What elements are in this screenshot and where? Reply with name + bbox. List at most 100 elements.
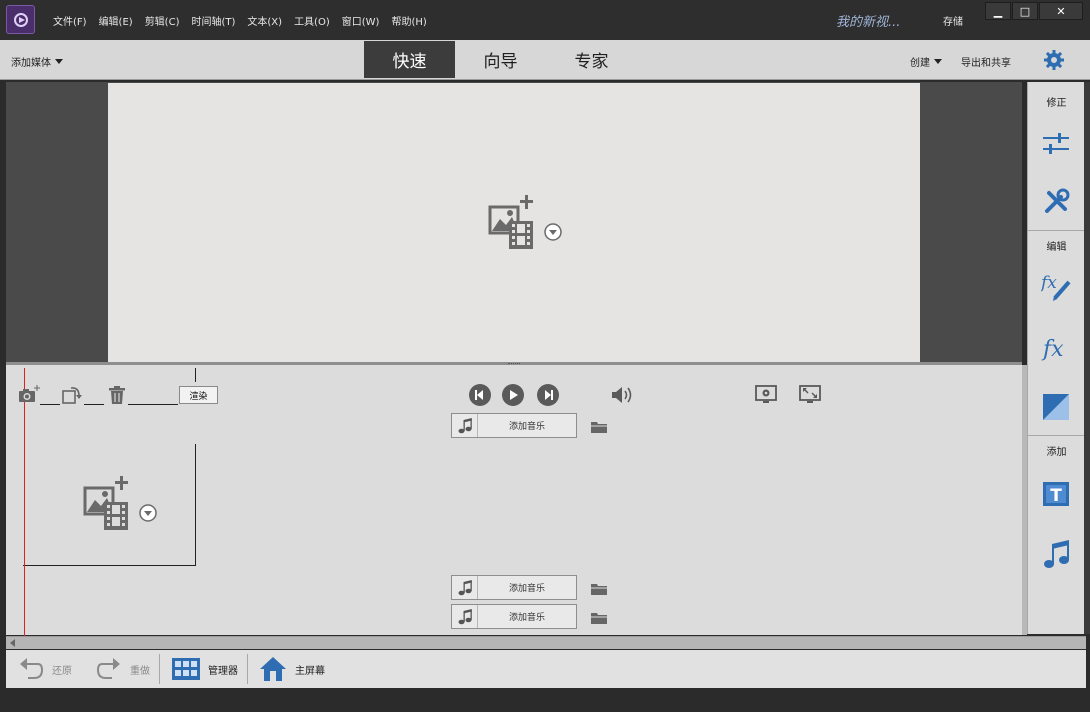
mode-bar: 添加媒体 快速 向导 专家 创建 导出和共享 (0, 40, 1090, 80)
divider (1028, 230, 1085, 231)
divider (159, 654, 160, 684)
gear-icon[interactable] (1043, 49, 1065, 71)
previous-frame-icon[interactable] (469, 384, 491, 406)
grid-icon (172, 658, 200, 680)
transition-icon[interactable] (1041, 392, 1071, 422)
monitor-panel (6, 82, 1022, 363)
add-music-label: 添加音乐 (508, 613, 545, 623)
close-button[interactable]: ✕ (1039, 2, 1083, 20)
maximize-button[interactable]: □ (1012, 2, 1038, 20)
close-icon: ✕ (1056, 4, 1066, 18)
menu-edit[interactable]: 编辑(E) (93, 13, 139, 28)
trash-icon[interactable] (106, 384, 128, 406)
divider (84, 404, 104, 405)
timeline-media-drop-zone[interactable] (23, 444, 196, 566)
organizer-label: 管理器 (208, 665, 238, 677)
music-note-icon (452, 414, 478, 437)
add-media-button[interactable]: 添加媒体 (11, 54, 63, 69)
audio-track-3[interactable]: 添加音乐 (451, 604, 577, 629)
add-music-label: 添加音乐 (508, 422, 545, 432)
menu-window[interactable]: 窗口(W) (336, 13, 386, 28)
project-name[interactable]: 我的新视... (836, 11, 900, 30)
fx-pencil-icon[interactable]: fx (1039, 270, 1071, 301)
text-title-icon[interactable]: T (1041, 479, 1071, 509)
undo-label: 还原 (52, 665, 72, 677)
add-media-icon[interactable] (83, 474, 163, 538)
mode-tabs: 快速 向导 专家 (364, 41, 637, 78)
fit-screen-icon[interactable] (799, 384, 821, 406)
scroll-left-icon[interactable] (10, 639, 15, 647)
premiere-elements-logo-icon[interactable] (6, 5, 35, 34)
section-adjust-label: 修正 (1046, 98, 1067, 109)
sliders-icon[interactable] (1041, 129, 1071, 159)
svg-text:fx: fx (1041, 337, 1064, 362)
title-bar: 文件(F) 编辑(E) 剪辑(C) 时间轴(T) 文本(X) 工具(O) 窗口(… (0, 0, 1090, 40)
menu-timeline[interactable]: 时间轴(T) (185, 13, 241, 28)
folder-icon[interactable] (590, 610, 608, 624)
tab-quick[interactable]: 快速 (364, 41, 455, 78)
music-note-icon (452, 605, 478, 628)
minimize-icon: ▁ (993, 4, 1003, 18)
playhead[interactable] (24, 368, 25, 636)
add-media-icon[interactable] (488, 193, 568, 257)
status-bar (0, 689, 1090, 712)
menu-file[interactable]: 文件(F) (47, 13, 93, 28)
rotate-icon[interactable] (61, 384, 83, 406)
folder-icon[interactable] (590, 419, 608, 433)
folder-icon[interactable] (590, 581, 608, 595)
divider (247, 654, 248, 684)
add-media-label: 添加媒体 (11, 58, 51, 69)
svg-text:fx: fx (1041, 273, 1057, 293)
monitor-canvas[interactable] (108, 83, 920, 362)
minimize-button[interactable]: ▁ (985, 2, 1011, 20)
home-icon (260, 657, 286, 681)
redo-label: 重做 (130, 665, 150, 677)
camera-icon[interactable] (18, 384, 40, 406)
tab-guided[interactable]: 向导 (455, 41, 546, 78)
maximize-icon: □ (1019, 4, 1031, 18)
redo-button[interactable]: 重做 (96, 650, 150, 688)
timeline-horizontal-scrollbar[interactable] (6, 636, 1086, 649)
play-icon[interactable] (502, 384, 524, 406)
menu-bar: 文件(F) 编辑(E) 剪辑(C) 时间轴(T) 文本(X) 工具(O) 窗口(… (47, 13, 433, 28)
divider (128, 404, 178, 405)
right-panel: 修正 编辑 fx fx 添加 T (1027, 82, 1085, 634)
chevron-down-icon (55, 59, 63, 64)
next-frame-icon[interactable] (537, 384, 559, 406)
home-label: 主屏幕 (295, 665, 325, 677)
audio-track-2[interactable]: 添加音乐 (451, 575, 577, 600)
section-edit-label: 编辑 (1046, 242, 1067, 253)
right-edge (1084, 82, 1090, 634)
menu-help[interactable]: 帮助(H) (385, 13, 432, 28)
redo-icon (96, 658, 120, 679)
divider (40, 404, 60, 405)
render-button[interactable]: 渲染 (179, 386, 218, 404)
divider (1028, 435, 1085, 436)
export-share-button[interactable]: 导出和共享 (961, 54, 1011, 69)
organizer-button[interactable]: 管理器 (172, 650, 238, 688)
chevron-down-icon (934, 59, 942, 64)
clip-region-top (23, 368, 196, 382)
svg-text:T: T (1050, 486, 1062, 506)
tools-icon[interactable] (1041, 187, 1071, 217)
fx-icon[interactable]: fx (1041, 332, 1071, 362)
add-music-label: 添加音乐 (508, 584, 545, 594)
music-note-icon (452, 576, 478, 599)
volume-icon[interactable] (610, 384, 632, 406)
home-button[interactable]: 主屏幕 (259, 650, 325, 688)
undo-icon (20, 658, 44, 679)
music-note-icon[interactable] (1041, 540, 1071, 570)
audio-track-1[interactable]: 添加音乐 (451, 413, 577, 438)
create-label: 创建 (910, 58, 930, 69)
menu-text[interactable]: 文本(X) (241, 13, 288, 28)
section-add-label: 添加 (1046, 447, 1067, 458)
save-button[interactable]: 存储 (943, 13, 963, 28)
bottom-bar: 还原 重做 管理器 主屏幕 (6, 650, 1086, 688)
create-button[interactable]: 创建 (910, 54, 942, 69)
tab-expert[interactable]: 专家 (546, 41, 637, 78)
menu-clip[interactable]: 剪辑(C) (139, 13, 186, 28)
undo-button[interactable]: 还原 (18, 650, 72, 688)
timeline-vertical-scrollbar[interactable] (1022, 365, 1027, 635)
menu-tools[interactable]: 工具(O) (288, 13, 336, 28)
monitor-settings-icon[interactable] (755, 384, 777, 406)
